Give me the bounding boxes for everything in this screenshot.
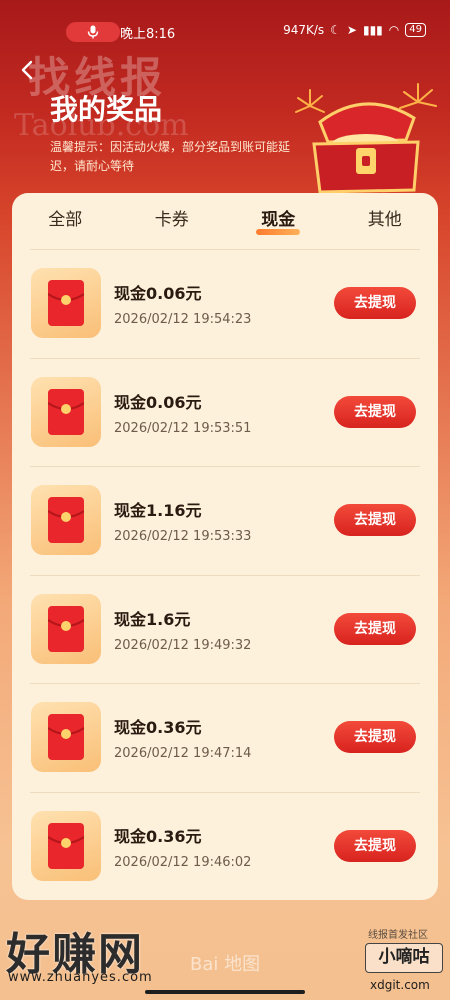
status-icons: 947K/s ☾ ➤ ▮▮▮ ◠ 49 <box>283 23 426 37</box>
red-envelope-icon <box>48 280 84 326</box>
watermark-label-right: 线报首发社区 <box>368 930 428 941</box>
microphone-icon <box>87 25 99 39</box>
location-icon: ➤ <box>346 23 357 37</box>
prize-time: 2026/02/12 19:49:32 <box>114 637 252 653</box>
list-item: 现金0.36元 2026/02/12 19:47:14 去提现 <box>12 684 438 793</box>
prize-title: 现金1.6元 <box>114 609 191 629</box>
withdraw-button[interactable]: 去提现 <box>334 287 416 319</box>
prize-time: 2026/02/12 19:53:33 <box>114 529 252 544</box>
page-title: 我的奖品 <box>50 93 163 126</box>
tab-other[interactable]: 其他 <box>332 193 439 247</box>
list-item: 现金1.6元 2026/02/12 19:49:32 去提现 <box>12 576 438 684</box>
tab-label: 卡券 <box>154 210 189 230</box>
prize-time: 2026/02/12 19:47:14 <box>114 746 252 761</box>
withdraw-button[interactable]: 去提现 <box>334 612 416 645</box>
red-envelope-thumbnail <box>31 485 101 555</box>
watermark-url-left: www.zhuanyes.com <box>8 970 153 985</box>
prize-title: 现金0.06元 <box>114 284 202 303</box>
chevron-left-icon <box>21 60 33 80</box>
prize-list: 现金0.06元 2026/02/12 19:54:23 去提现 现金0.06元 … <box>12 250 438 901</box>
signal-icon: ▮▮▮ <box>362 23 383 37</box>
withdraw-button[interactable]: 去提现 <box>334 829 416 862</box>
prize-panel: 全部 卡券 现金 其他 现金0.06元 2026/02/12 19:54:23 … <box>12 193 438 900</box>
red-envelope-thumbnail <box>31 376 101 447</box>
watermark-logo-right: 小嘀咕 <box>365 943 443 973</box>
watermark-url-right: xdgit.com <box>370 978 430 992</box>
mic-indicator[interactable] <box>66 22 120 42</box>
red-envelope-thumbnail <box>31 268 101 338</box>
withdraw-button[interactable]: 去提现 <box>334 504 416 536</box>
clock: 晚上8:16 <box>120 27 176 42</box>
tab-all[interactable]: 全部 <box>12 193 119 247</box>
red-envelope-icon <box>48 605 84 652</box>
prize-time: 2026/02/12 19:54:23 <box>114 312 252 327</box>
red-envelope-icon <box>48 497 84 543</box>
wifi-icon: ◠ <box>388 23 400 37</box>
red-envelope-icon <box>48 388 84 435</box>
tip-text: 温馨提示：因活动火爆，部分奖品到账可能延迟，请耐心等待 <box>50 140 291 173</box>
moon-icon: ☾ <box>330 23 341 37</box>
prize-time: 2026/02/12 19:46:02 <box>114 854 252 870</box>
watermark-baidu: Bai 地图 <box>190 954 261 975</box>
red-envelope-icon <box>48 822 84 869</box>
list-item: 现金1.16元 2026/02/12 19:53:33 去提现 <box>12 467 438 576</box>
tab-cash[interactable]: 现金 <box>225 193 332 247</box>
tab-bar: 全部 卡券 现金 其他 <box>12 193 438 247</box>
back-button[interactable] <box>16 58 40 82</box>
tab-label: 现金 <box>261 210 296 230</box>
home-indicator[interactable] <box>145 990 305 994</box>
prize-title: 现金0.36元 <box>114 718 202 737</box>
tab-label: 其他 <box>367 210 402 230</box>
list-item: 现金0.06元 2026/02/12 19:54:23 去提现 <box>12 250 438 359</box>
withdraw-button[interactable]: 去提现 <box>334 395 416 428</box>
list-item: 现金0.06元 2026/02/12 19:53:51 去提现 <box>12 359 438 467</box>
prize-title: 现金0.36元 <box>114 826 202 846</box>
prize-title: 现金0.06元 <box>114 392 202 412</box>
red-envelope-icon <box>48 714 84 760</box>
network-speed: 947K/s <box>283 23 325 37</box>
red-envelope-thumbnail <box>31 702 101 772</box>
prize-time: 2026/02/12 19:53:51 <box>114 420 252 436</box>
tab-coupons[interactable]: 卡券 <box>119 193 226 247</box>
red-envelope-thumbnail <box>31 810 101 881</box>
treasure-chest-icon <box>295 83 437 194</box>
prize-title: 现金1.16元 <box>114 501 202 520</box>
battery-icon: 49 <box>405 23 426 37</box>
list-item: 现金0.36元 2026/02/12 19:46:02 去提现 <box>12 793 438 902</box>
tab-label: 全部 <box>48 210 83 230</box>
red-envelope-thumbnail <box>31 593 101 664</box>
withdraw-button[interactable]: 去提现 <box>334 721 416 753</box>
